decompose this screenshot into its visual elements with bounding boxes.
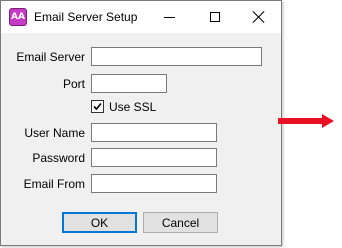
email-from-input[interactable] bbox=[91, 174, 217, 193]
title-bar[interactable]: AA Email Server Setup bbox=[1, 1, 281, 33]
use-ssl-checkbox[interactable] bbox=[91, 100, 104, 113]
email-server-input[interactable] bbox=[91, 47, 262, 66]
app-icon: AA bbox=[9, 8, 27, 26]
password-label: Password bbox=[32, 151, 85, 165]
port-input[interactable] bbox=[91, 74, 167, 93]
window-title: Email Server Setup bbox=[34, 10, 138, 24]
user-name-input[interactable] bbox=[91, 123, 217, 142]
checkmark-icon bbox=[93, 102, 102, 111]
port-label: Port bbox=[62, 77, 85, 91]
close-icon bbox=[253, 11, 265, 23]
user-name-label: User Name bbox=[24, 126, 85, 140]
email-from-label: Email From bbox=[23, 177, 85, 191]
maximize-button[interactable] bbox=[193, 1, 237, 32]
email-server-label: Email Server bbox=[16, 50, 85, 64]
password-input[interactable] bbox=[91, 148, 217, 167]
maximize-icon bbox=[210, 11, 220, 22]
use-ssl-label[interactable]: Use SSL bbox=[109, 100, 156, 114]
email-server-setup-dialog: AA Email Server Setup Email Server Port … bbox=[0, 0, 282, 246]
minimize-button[interactable] bbox=[147, 1, 191, 32]
close-button[interactable] bbox=[237, 1, 281, 32]
cancel-button[interactable]: Cancel bbox=[143, 212, 218, 233]
right-arrow-icon bbox=[278, 114, 334, 128]
minimize-icon bbox=[163, 16, 175, 18]
ok-button[interactable]: OK bbox=[62, 212, 137, 233]
